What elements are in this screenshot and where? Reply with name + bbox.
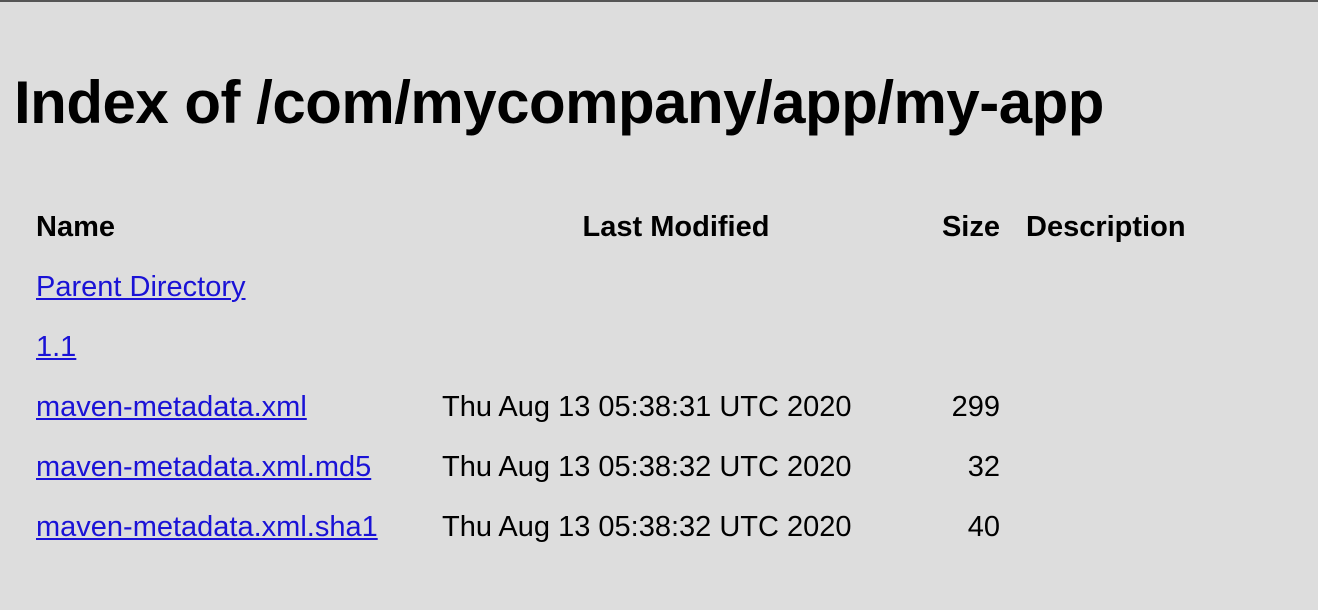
- description-cell: [1002, 377, 1246, 437]
- last-modified-cell: [442, 257, 910, 317]
- file-link-maven-metadata-xml-md5[interactable]: maven-metadata.xml.md5: [36, 451, 371, 483]
- description-cell: [1002, 257, 1246, 317]
- column-header-size[interactable]: Size: [910, 197, 1002, 257]
- last-modified-cell: Thu Aug 13 05:38:32 UTC 2020: [442, 510, 852, 543]
- page-title: Index of /com/mycompany/app/my-app: [14, 69, 1104, 136]
- column-header-description[interactable]: Description: [1002, 197, 1246, 257]
- table-row: maven-metadata.xml.sha1 Thu Aug 13 05:38…: [34, 497, 1246, 557]
- table-row: maven-metadata.xml.md5 Thu Aug 13 05:38:…: [34, 437, 1246, 497]
- size-cell: 40: [967, 510, 1000, 543]
- table-row: maven-metadata.xml Thu Aug 13 05:38:31 U…: [34, 377, 1246, 437]
- table-row: 1.1: [34, 317, 1246, 377]
- size-cell: [910, 317, 1002, 377]
- last-modified-cell: Thu Aug 13 05:38:31 UTC 2020: [442, 390, 852, 423]
- last-modified-cell: [442, 317, 910, 377]
- file-link-maven-metadata-xml-sha1[interactable]: maven-metadata.xml.sha1: [36, 511, 378, 543]
- size-cell: [910, 257, 1002, 317]
- file-link-maven-metadata-xml[interactable]: maven-metadata.xml: [36, 391, 307, 423]
- table-header-row: Name Last Modified Size Description: [34, 197, 1246, 257]
- column-header-name[interactable]: Name: [34, 197, 442, 257]
- folder-link-1-1[interactable]: 1.1: [36, 331, 76, 363]
- description-cell: [1002, 437, 1246, 497]
- size-cell: 32: [967, 450, 1000, 483]
- parent-directory-link[interactable]: Parent Directory: [36, 271, 246, 303]
- description-cell: [1002, 497, 1246, 557]
- table-row: Parent Directory: [34, 257, 1246, 317]
- size-cell: 299: [951, 390, 1000, 423]
- column-header-last-modified[interactable]: Last Modified: [442, 197, 910, 257]
- description-cell: [1002, 317, 1246, 377]
- last-modified-cell: Thu Aug 13 05:38:32 UTC 2020: [442, 450, 852, 483]
- directory-listing-table: Name Last Modified Size Description Pare…: [34, 197, 1246, 557]
